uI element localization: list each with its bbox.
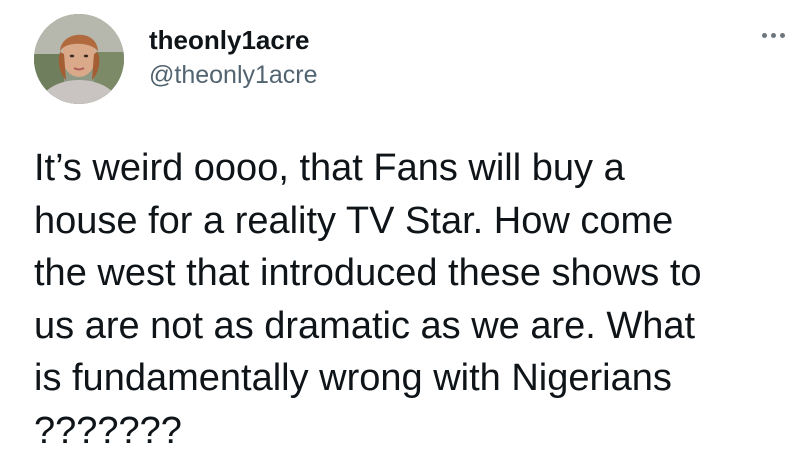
more-horizontal-icon-dot bbox=[779, 32, 785, 38]
tweet-text-line: us are not as dramatic as we are. What bbox=[34, 304, 696, 347]
tweet-text-line: is fundamentally wrong with Nigerians bbox=[34, 357, 672, 399]
more-options-button[interactable] bbox=[752, 20, 794, 50]
more-horizontal-icon bbox=[761, 32, 767, 38]
avatar-photo bbox=[34, 14, 124, 104]
tweet-text-line: the west that introduced these shows to bbox=[34, 252, 702, 294]
tweet-text: It’s weird oooo, that Fans will buy a ho… bbox=[34, 142, 794, 457]
more-horizontal-icon-dot bbox=[770, 32, 776, 38]
tweet-text-line: house for a reality TV Star. How come bbox=[34, 199, 674, 242]
tweet-text-line: ??????? bbox=[34, 409, 182, 452]
display-name[interactable]: theonly1acre bbox=[149, 25, 309, 55]
tweet: theonly1acre @theonly1acre It’s weird oo… bbox=[0, 0, 807, 474]
avatar[interactable] bbox=[34, 14, 124, 104]
user-handle[interactable]: @theonly1acre bbox=[149, 60, 318, 90]
tweet-text-line: It’s weird oooo, that Fans will buy a bbox=[34, 147, 625, 189]
